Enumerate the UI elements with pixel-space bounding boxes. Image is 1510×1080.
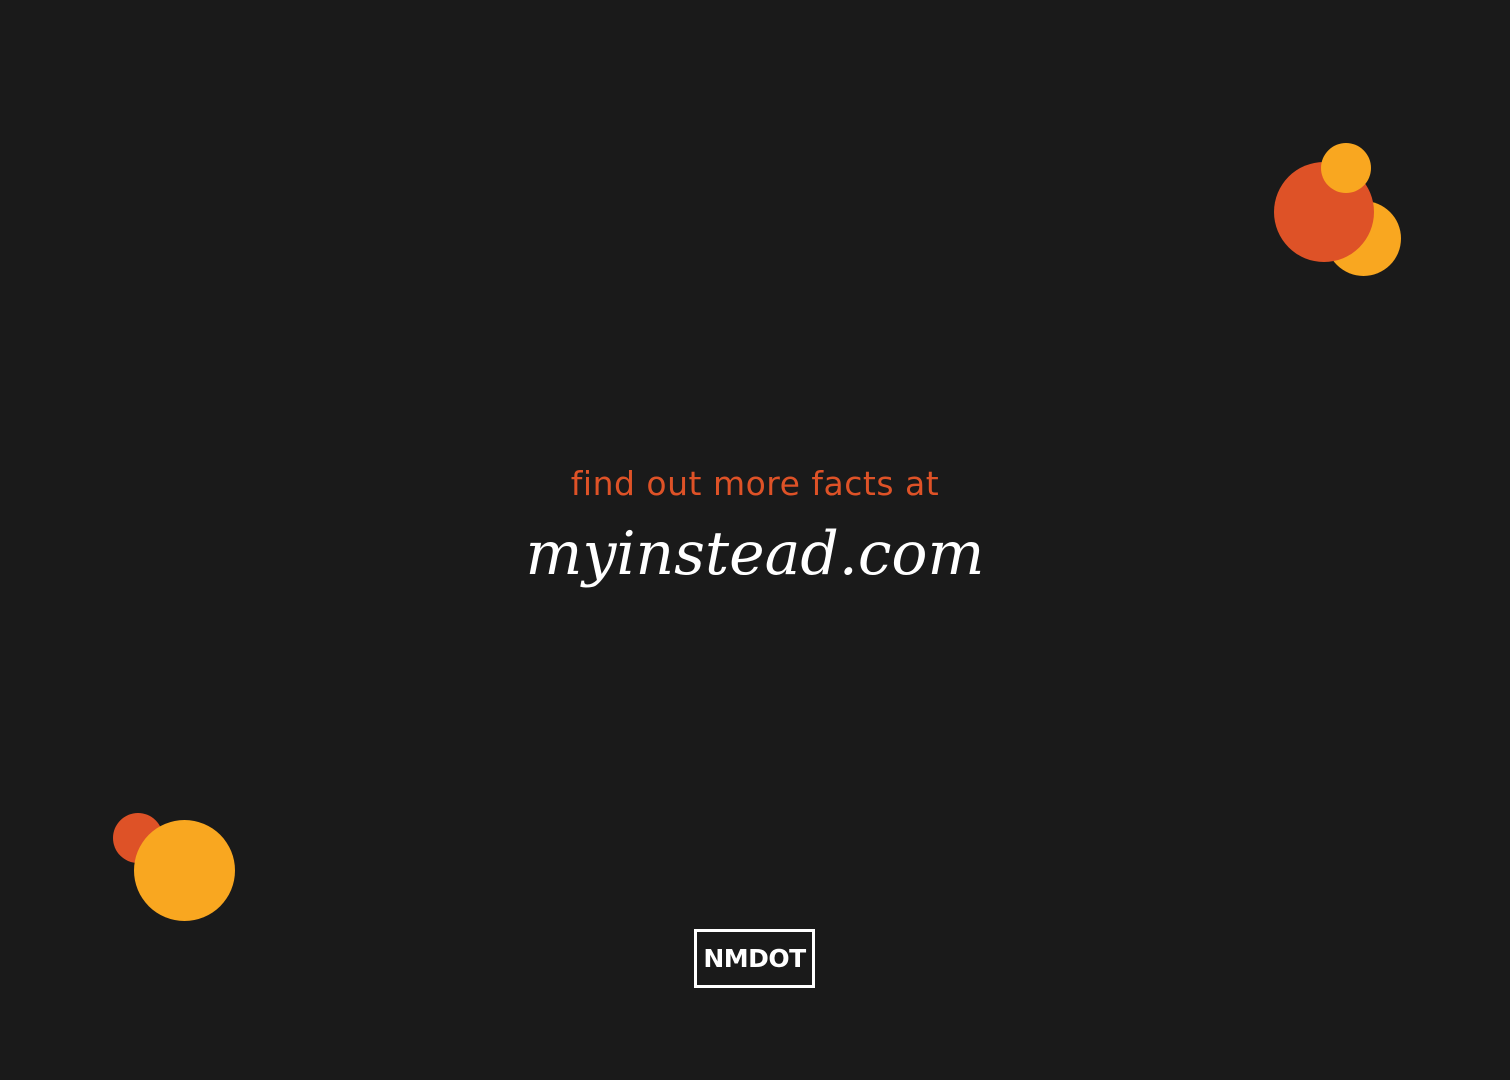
decorative-circle-yellow-large <box>134 820 235 921</box>
slide: find out more facts at myinstead.com NMD… <box>0 0 1510 1080</box>
tagline-text: find out more facts at <box>570 464 940 503</box>
decorative-circle-yellow-small <box>1321 143 1371 193</box>
website-link[interactable]: myinstead.com <box>0 515 1510 593</box>
nmdot-logo: NMDOT <box>694 929 815 988</box>
logo-text: NMDOT <box>703 944 806 973</box>
